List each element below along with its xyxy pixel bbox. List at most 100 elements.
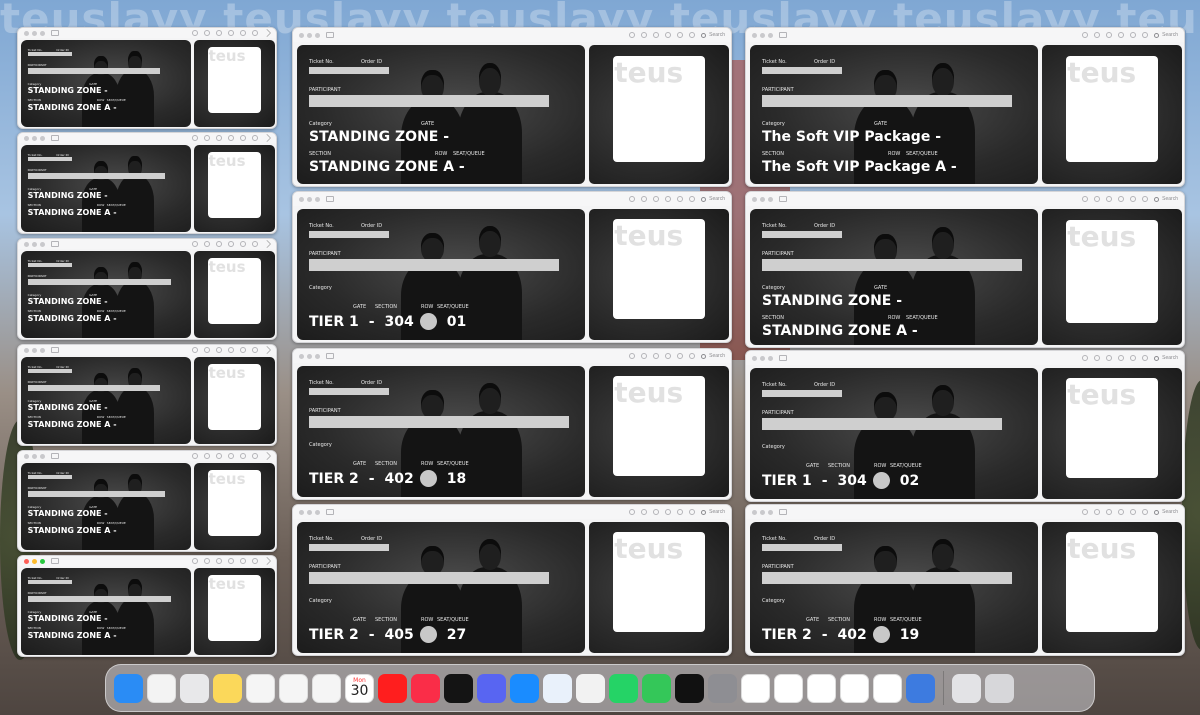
overflow-chevron-icon[interactable] [262,133,272,143]
close-icon[interactable] [24,30,29,36]
zoom-in-icon[interactable] [204,347,210,353]
sidebar-toggle-icon[interactable] [779,32,787,38]
crop-icon[interactable] [689,32,696,38]
zoom-icon[interactable] [40,558,45,564]
minimize-icon[interactable] [760,196,765,202]
minimize-icon[interactable] [32,347,37,353]
window-controls[interactable] [299,509,320,515]
window-controls[interactable] [299,196,320,202]
share-icon[interactable] [216,241,222,247]
crop-icon[interactable] [689,509,696,515]
zoom-out-icon[interactable] [192,347,198,353]
crop-icon[interactable] [1142,196,1149,202]
window-controls[interactable] [24,347,45,353]
minimize-icon[interactable] [32,453,37,459]
trash-icon[interactable] [985,673,1014,703]
close-icon[interactable] [299,32,304,38]
zoom-icon[interactable] [768,196,773,202]
zoom-out-icon[interactable] [1082,32,1089,38]
overflow-chevron-icon[interactable] [262,451,272,461]
notes-icon[interactable] [213,673,242,703]
share-icon[interactable] [653,196,660,202]
minimize-icon[interactable] [307,32,312,38]
zoom-in-icon[interactable] [204,453,210,459]
onenote-icon[interactable] [774,673,803,703]
share-icon[interactable] [653,509,660,515]
zoom-out-icon[interactable] [629,32,636,38]
zoom-in-icon[interactable] [1094,509,1101,515]
minimize-icon[interactable] [32,241,37,247]
share-icon[interactable] [653,32,660,38]
zoom-icon[interactable] [315,32,320,38]
share-icon[interactable] [216,30,222,36]
gmail-icon[interactable] [312,673,341,703]
overflow-chevron-icon[interactable] [262,239,272,249]
close-icon[interactable] [299,196,304,202]
share-icon[interactable] [216,135,222,141]
zoom-out-icon[interactable] [1082,196,1089,202]
rotate-icon[interactable] [1130,196,1137,202]
zoom-in-icon[interactable] [1094,32,1101,38]
messages-icon[interactable] [642,673,671,703]
preview-window[interactable]: Ticket No. Order ID PARTICIPANT Category GAT… [17,238,277,340]
overflow-chevron-icon[interactable] [262,28,272,38]
preview-window[interactable]: Ticket No. Order ID PARTICIPANT Category GAT… [17,344,277,446]
zoom-out-icon[interactable] [192,241,198,247]
rotate-icon[interactable] [1130,32,1137,38]
window-controls[interactable] [752,355,773,361]
minimize-icon[interactable] [32,558,37,564]
window-controls[interactable] [299,32,320,38]
overflow-chevron-icon[interactable] [262,556,272,566]
zoom-out-icon[interactable] [192,135,198,141]
rotate-icon[interactable] [240,30,246,36]
zoom-in-icon[interactable] [1094,355,1101,361]
outlook-icon[interactable] [840,673,869,703]
sidebar-toggle-icon[interactable] [779,355,787,361]
zoom-in-icon[interactable] [204,558,210,564]
preview-window[interactable]: Ticket No. Order ID PARTICIPANT Category GAT… [17,132,277,234]
chrome-icon[interactable] [246,673,275,703]
markup-icon[interactable] [228,241,234,247]
sidebar-toggle-icon[interactable] [51,135,59,141]
search-field[interactable]: Search [1154,32,1178,38]
window-controls[interactable] [24,241,45,247]
excel-icon[interactable] [873,673,902,703]
zoom-out-icon[interactable] [629,353,636,359]
zoom-icon[interactable] [40,347,45,353]
system-settings-icon[interactable] [708,673,737,703]
zoom-icon[interactable] [40,135,45,141]
sidebar-toggle-icon[interactable] [779,196,787,202]
finder-icon[interactable] [114,673,143,703]
zoom-out-icon[interactable] [1082,355,1089,361]
search-field[interactable]: Search [701,353,725,359]
close-icon[interactable] [24,347,29,353]
window-controls[interactable] [752,32,773,38]
window-controls[interactable] [299,353,320,359]
zoom-out-icon[interactable] [192,558,198,564]
markup-icon[interactable] [1118,355,1125,361]
markup-icon[interactable] [228,135,234,141]
search-field[interactable]: Search [701,32,725,38]
crop-icon[interactable] [689,196,696,202]
youtube-icon[interactable] [378,673,407,703]
preview-window[interactable]: Ticket No. Order ID PARTICIPANT Category GAT… [17,27,277,129]
close-icon[interactable] [752,509,757,515]
window-controls[interactable] [24,453,45,459]
preview-window[interactable]: Search Ticket No. Order ID PARTICIPANT Categ… [292,504,732,656]
crop-icon[interactable] [252,453,258,459]
markup-icon[interactable] [228,30,234,36]
preview-window[interactable]: Search Ticket No. Order ID PARTICIPANT Categ… [292,27,732,187]
minimize-icon[interactable] [760,32,765,38]
whatsapp-icon[interactable] [609,673,638,703]
markup-icon[interactable] [1118,32,1125,38]
close-icon[interactable] [24,558,29,564]
preview-window[interactable]: Search Ticket No. Order ID PARTICIPANT Categ… [745,27,1185,187]
window-controls[interactable] [24,30,45,36]
zoom-icon[interactable] [768,509,773,515]
rotate-icon[interactable] [240,347,246,353]
sidebar-toggle-icon[interactable] [326,509,334,515]
powerpoint-icon[interactable] [741,673,770,703]
sidebar-toggle-icon[interactable] [326,32,334,38]
zoom-icon[interactable] [315,196,320,202]
sidebar-toggle-icon[interactable] [51,30,59,36]
